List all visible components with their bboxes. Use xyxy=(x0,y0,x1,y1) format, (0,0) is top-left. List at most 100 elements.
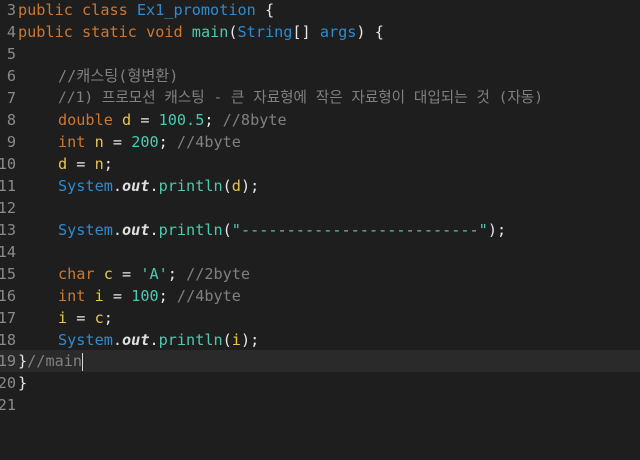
argument: i xyxy=(231,331,241,349)
line-number: 21 xyxy=(0,396,16,414)
line-number: 9 xyxy=(6,133,16,151)
brace: } xyxy=(18,374,28,392)
variable: d xyxy=(122,111,132,129)
comment: //4byte xyxy=(176,133,241,151)
class-name: Ex1_promotion xyxy=(136,1,256,19)
code-line[interactable]: 17 i = c; xyxy=(0,307,640,329)
line-number: 10 xyxy=(0,155,16,173)
static-field: out xyxy=(122,221,150,239)
paren: ( xyxy=(228,23,238,41)
variable: i xyxy=(58,309,68,327)
keyword: class xyxy=(82,1,128,19)
type-keyword: char xyxy=(58,265,95,283)
line-number: 19 xyxy=(0,352,16,370)
type-keyword: int xyxy=(58,133,86,151)
number-literal: 100 xyxy=(131,287,159,305)
code-line[interactable]: 12 xyxy=(0,197,640,219)
number-literal: 200 xyxy=(131,133,159,151)
line-number: 15 xyxy=(0,265,16,283)
operator: = xyxy=(67,309,95,327)
number-literal: 100.5 xyxy=(158,111,205,129)
line-number: 12 xyxy=(0,199,16,217)
operator: = xyxy=(67,155,95,173)
method-call: println xyxy=(158,331,223,349)
char-literal: 'A' xyxy=(140,265,168,283)
code-editor[interactable]: 3 public class Ex1_promotion { 4 public … xyxy=(0,0,640,414)
type-name: String xyxy=(237,23,293,41)
paren-brace: ) { xyxy=(356,23,384,41)
static-field: out xyxy=(122,331,150,349)
line-number: 11 xyxy=(0,177,16,195)
code-line[interactable]: 18 System.out.println(i); xyxy=(0,329,640,351)
line-number: 4 xyxy=(6,23,16,41)
code-line[interactable]: 8 double d = 100.5; //8byte xyxy=(0,109,640,131)
code-line[interactable]: 10 d = n; xyxy=(0,153,640,175)
code-line[interactable]: 11 System.out.println(d); xyxy=(0,175,640,197)
code-line[interactable]: 21 xyxy=(0,394,640,416)
comment: //2byte xyxy=(186,265,251,283)
operator: = xyxy=(112,265,141,283)
line-number: 14 xyxy=(0,243,16,261)
code-line[interactable]: 14 xyxy=(0,241,640,263)
variable: c xyxy=(94,309,104,327)
comment: //4byte xyxy=(176,287,241,305)
code-line-current[interactable]: 19 }//main xyxy=(0,350,640,372)
brace: } xyxy=(18,352,28,370)
type-keyword: double xyxy=(58,111,113,129)
code-line[interactable]: 3 public class Ex1_promotion { xyxy=(0,0,640,21)
brackets: [] xyxy=(292,23,320,41)
comment: //main xyxy=(27,352,83,370)
type-keyword: int xyxy=(58,287,86,305)
paren-semicolon: ); xyxy=(487,221,507,239)
line-number: 8 xyxy=(6,111,16,129)
argument: d xyxy=(231,177,241,195)
variable: d xyxy=(58,155,68,173)
code-line[interactable]: 6 //캐스팅(형변환) xyxy=(0,65,640,87)
code-line[interactable]: 4 public static void main(String[] args)… xyxy=(0,21,640,43)
keyword: public xyxy=(18,23,73,41)
line-number: 13 xyxy=(0,221,16,239)
line-number: 7 xyxy=(6,89,16,107)
paren: ( xyxy=(222,177,232,195)
code-line[interactable]: 13 System.out.println("-----------------… xyxy=(0,219,640,241)
code-line[interactable]: 7 //1) 프로모션 캐스팅 - 큰 자료형에 작은 자료형이 대입되는 것 … xyxy=(0,87,640,109)
comment: //1) 프로모션 캐스팅 - 큰 자료형에 작은 자료형이 대입되는 것 (자… xyxy=(58,89,544,106)
line-number: 17 xyxy=(0,309,16,327)
semicolon: ; xyxy=(204,111,223,129)
keyword: public xyxy=(18,1,73,19)
static-field: out xyxy=(122,177,150,195)
variable: n xyxy=(94,155,104,173)
semicolon: ; xyxy=(103,155,113,173)
line-number: 6 xyxy=(6,67,16,85)
paren: ( xyxy=(222,331,232,349)
code-line[interactable]: 9 int n = 200; //4byte xyxy=(0,131,640,153)
method-call: println xyxy=(158,221,223,239)
paren: ( xyxy=(222,221,232,239)
semicolon: ; xyxy=(158,133,177,151)
operator: = xyxy=(103,287,132,305)
variable: c xyxy=(103,265,113,283)
operator: = xyxy=(131,111,159,129)
dot: . xyxy=(149,221,159,239)
dot: . xyxy=(112,331,123,349)
semicolon: ; xyxy=(103,309,113,327)
code-line[interactable]: 5 xyxy=(0,43,640,65)
method-name: main xyxy=(191,23,229,41)
class-ref: System xyxy=(58,177,113,195)
semicolon: ; xyxy=(167,265,187,283)
dot: . xyxy=(149,331,159,349)
line-number: 20 xyxy=(0,374,16,392)
brace: { xyxy=(264,1,275,19)
dot: . xyxy=(149,177,159,195)
text-cursor xyxy=(82,352,84,371)
string-literal: "--------------------------" xyxy=(231,221,488,239)
paren-semicolon: ); xyxy=(240,331,260,349)
code-line[interactable]: 15 char c = 'A'; //2byte xyxy=(0,263,640,285)
code-line[interactable]: 20 } xyxy=(0,372,640,394)
code-line[interactable]: 16 int i = 100; //4byte xyxy=(0,285,640,307)
line-number: 5 xyxy=(6,45,16,63)
param-name: args xyxy=(319,23,357,41)
dot: . xyxy=(112,221,123,239)
method-call: println xyxy=(158,177,223,195)
keyword: static xyxy=(82,23,137,41)
